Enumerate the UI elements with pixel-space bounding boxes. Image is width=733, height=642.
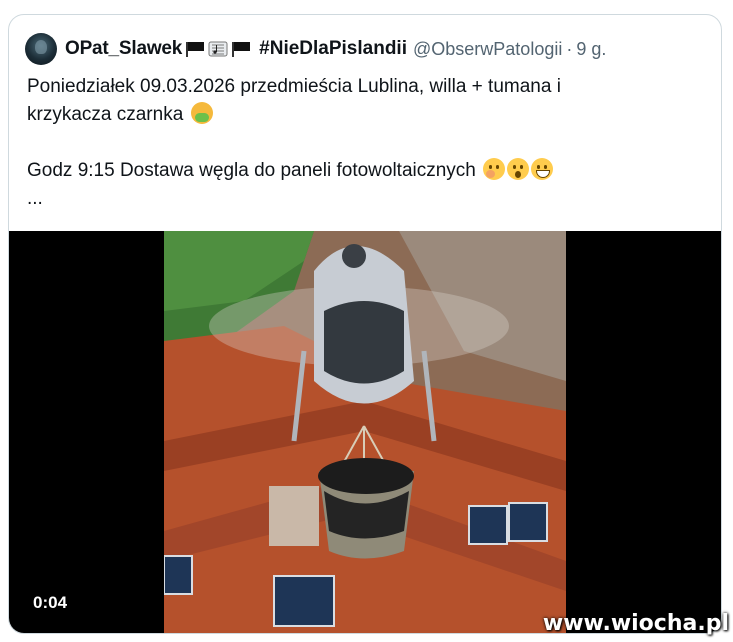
author-display-name[interactable]: OPat_Slawek [65, 38, 182, 60]
separator-dot: · [566, 38, 573, 59]
tweet-text-line: krzykacza czarnka [27, 104, 184, 125]
face-vomiting-emoji-icon [190, 102, 213, 124]
author-hashtag: #NieDlaPislandii [259, 38, 407, 59]
black-flag-icon [231, 41, 251, 57]
video-still-image [164, 231, 566, 633]
video-frame[interactable] [164, 231, 566, 633]
grinning-face-emoji-icon [531, 158, 554, 180]
avatar[interactable] [25, 33, 57, 65]
show-more-ellipsis[interactable]: ... [27, 188, 43, 209]
black-flag-icon [185, 41, 205, 57]
video-duration: 0:04 [33, 593, 68, 612]
tweet-header: OPat_Slawek #NieDlaPislandii @ObserwPato… [25, 33, 705, 65]
tweet-text-line: Poniedziałek 09.03.2026 przedmieścia Lub… [27, 76, 561, 97]
tweet-text-line: Godz 9:15 Dostawa węgla do paneli fotowo… [27, 160, 476, 181]
face-with-hand-over-mouth-emoji-icon [483, 158, 506, 180]
author-handle[interactable]: @ObserwPatologii [413, 39, 562, 60]
watermark: www.wiocha.pl [542, 611, 729, 636]
music-score-icon [208, 41, 228, 57]
tweet-card[interactable]: OPat_Slawek #NieDlaPislandii @ObserwPato… [8, 14, 722, 634]
tweet-timestamp[interactable]: 9 g. [576, 39, 606, 60]
tweet-text: Poniedziałek 09.03.2026 przedmieścia Lub… [27, 73, 707, 213]
hushed-face-emoji-icon [507, 158, 530, 180]
video-player[interactable]: 0:04 [9, 231, 721, 633]
